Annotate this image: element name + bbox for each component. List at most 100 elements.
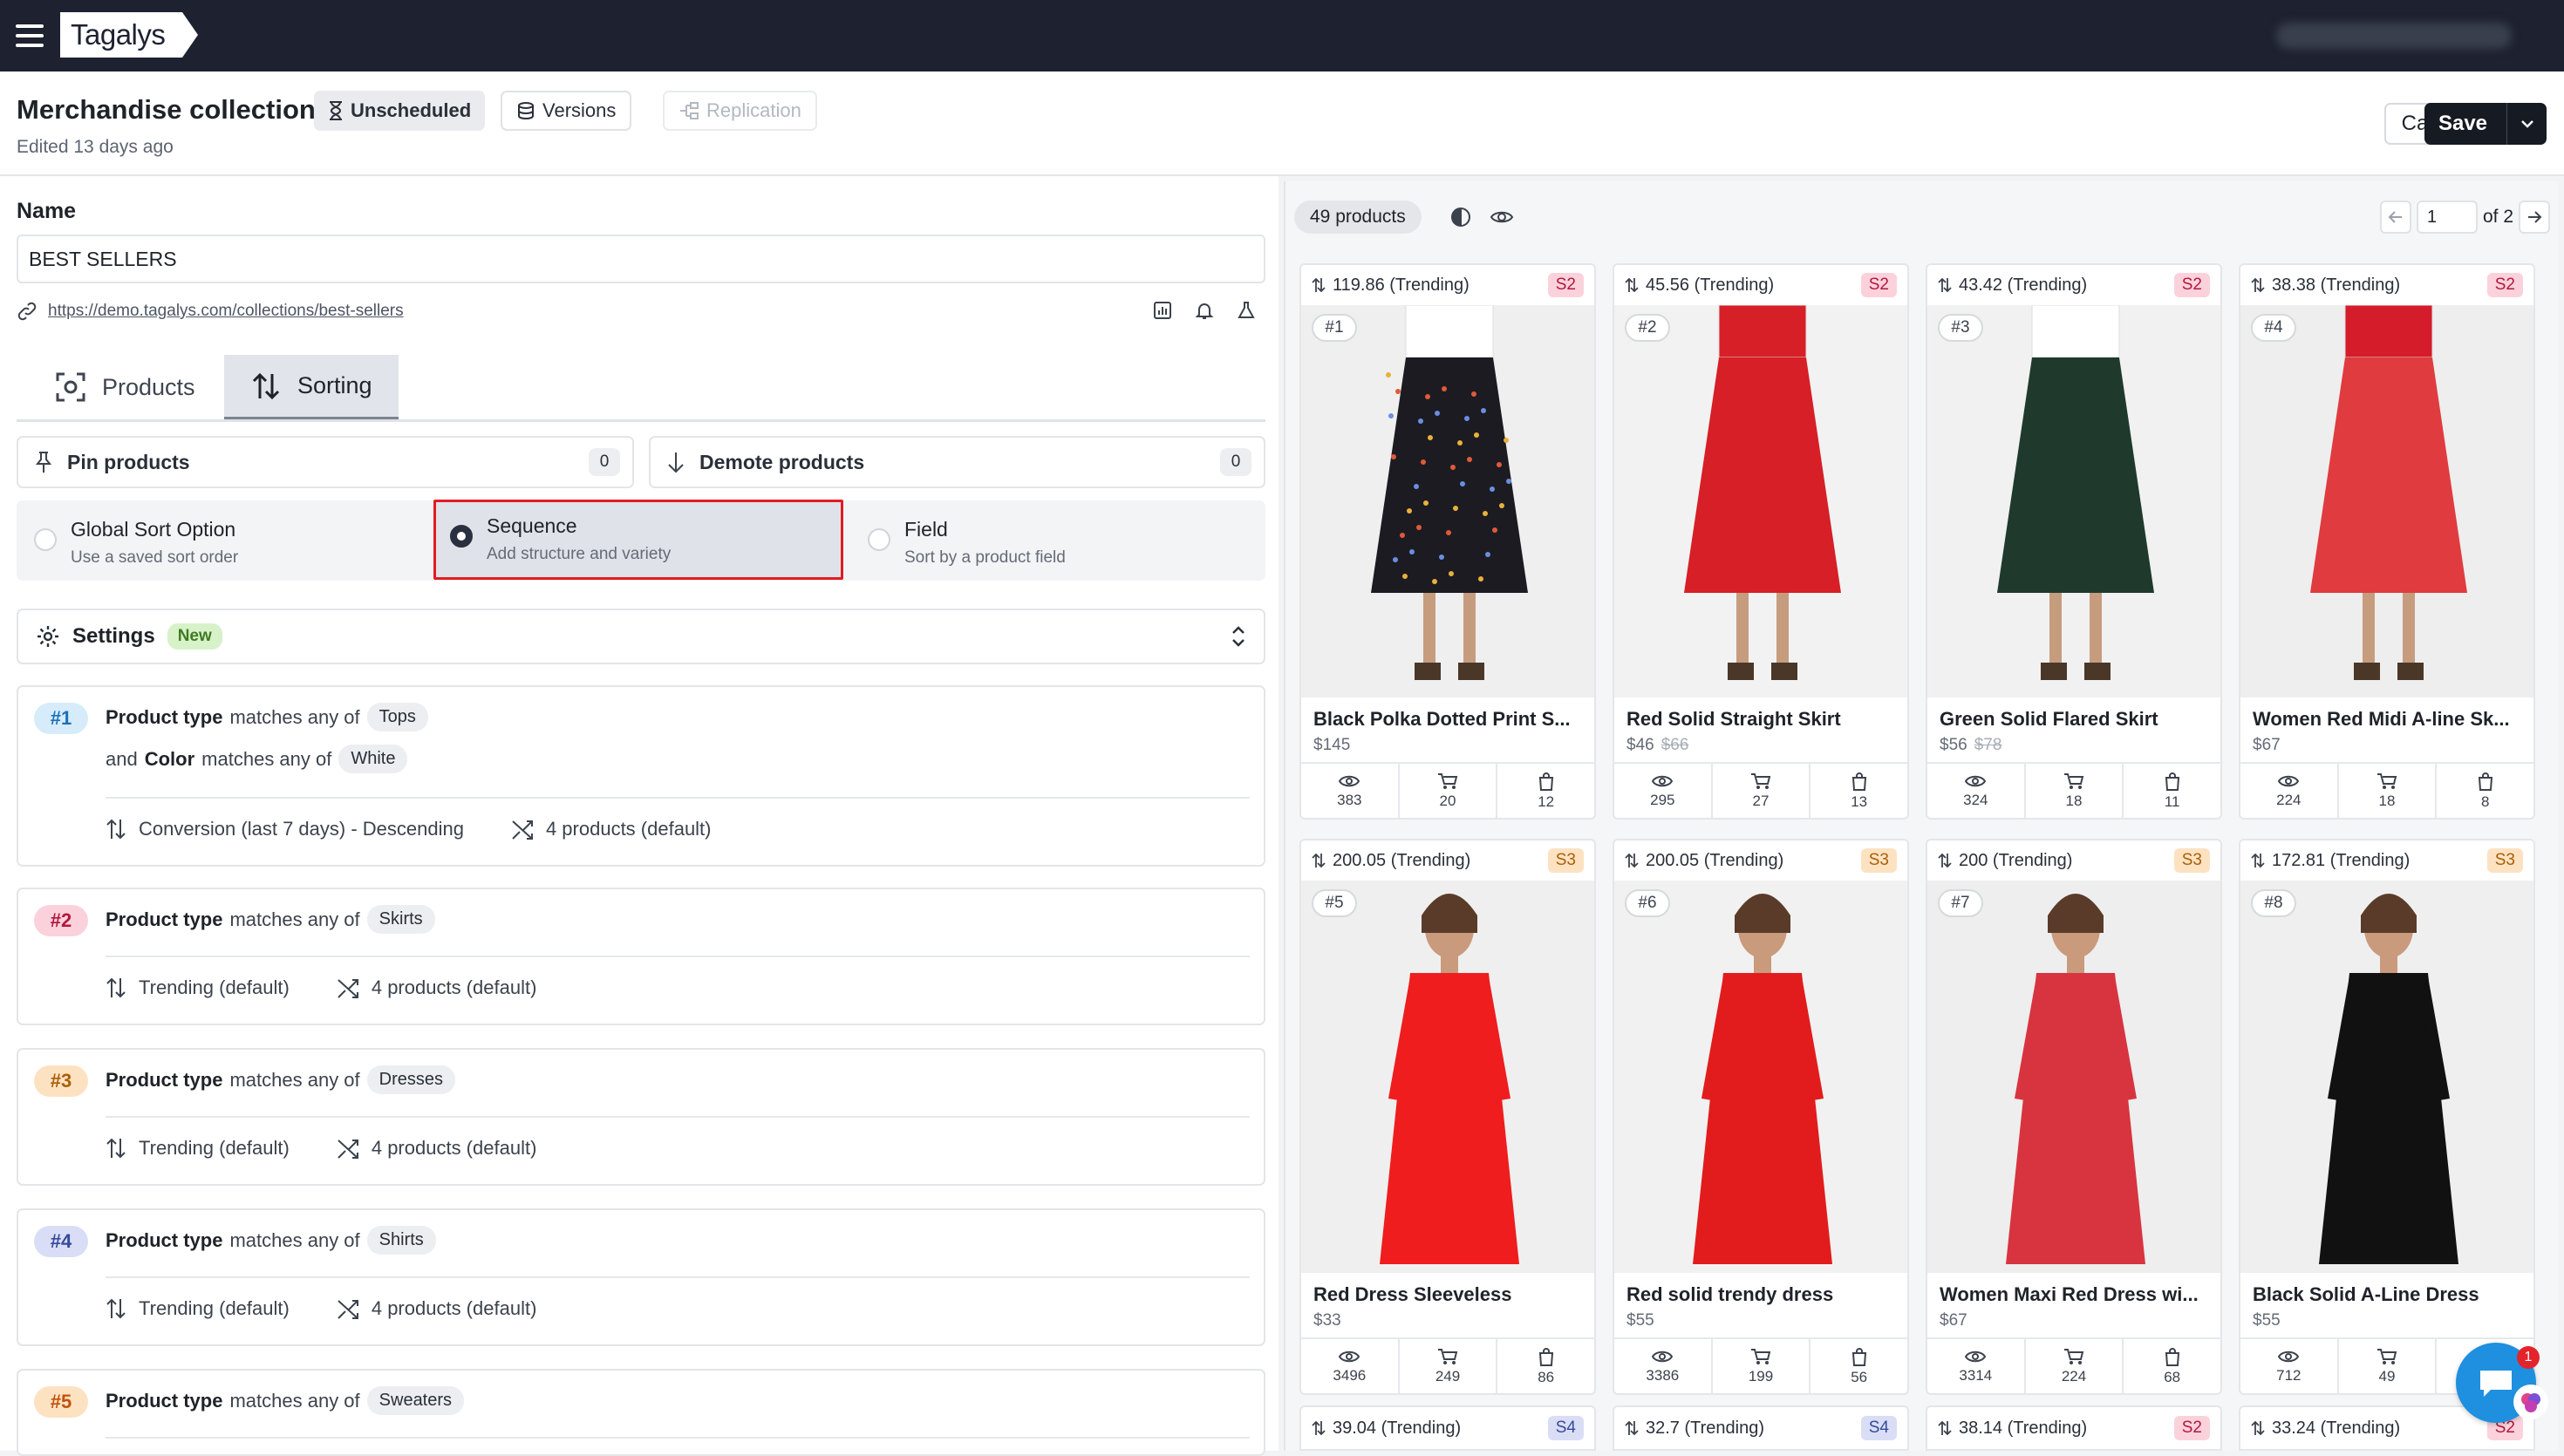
sort-arrows-icon bbox=[1625, 277, 1639, 293]
product-card-partial[interactable]: 38.14 (Trending) S2 bbox=[1926, 1405, 2222, 1451]
orders-stat: 56 bbox=[1810, 1339, 1907, 1393]
user-account-menu[interactable] bbox=[2276, 23, 2512, 49]
rule-number-badge: #2 bbox=[34, 905, 88, 936]
eye-icon[interactable] bbox=[1490, 208, 1514, 227]
sequence-rule-4[interactable]: #4 Product type matches any of Shirts Tren… bbox=[17, 1208, 1265, 1346]
tagalys-logo[interactable]: Tagalys bbox=[60, 12, 199, 58]
ai-assistant-icon[interactable] bbox=[2513, 1385, 2548, 1419]
demote-products-button[interactable]: Demote products 0 bbox=[649, 436, 1265, 488]
demote-products-count: 0 bbox=[1220, 448, 1251, 476]
replication-button[interactable]: Replication bbox=[663, 91, 817, 131]
product-card[interactable]: 200 (Trending) S3 #7 Women Maxi Red Dress w… bbox=[1926, 839, 2222, 1395]
product-image-container[interactable]: #5 bbox=[1301, 881, 1594, 1273]
collection-url-link[interactable]: https://demo.tagalys.com/collections/bes… bbox=[48, 302, 404, 321]
cart-icon bbox=[2377, 1348, 2397, 1364]
option-subtitle: Add structure and variety bbox=[487, 545, 672, 563]
product-image bbox=[1927, 881, 2220, 1273]
radio-field[interactable]: Field Sort by a product field bbox=[868, 506, 1251, 577]
radio-global-sort-option[interactable]: Global Sort Option Use a saved sort order bbox=[34, 506, 435, 577]
product-price-row: $56 $78 bbox=[1927, 731, 2220, 755]
tab-sorting[interactable]: Sorting bbox=[224, 355, 399, 419]
page-title: Merchandise collection bbox=[17, 94, 316, 125]
product-image bbox=[1614, 305, 1907, 697]
position-badge: #6 bbox=[1625, 889, 1670, 917]
orders-count: 56 bbox=[1851, 1368, 1868, 1385]
eye-icon bbox=[1965, 775, 1987, 786]
orders-count: 8 bbox=[2480, 793, 2490, 810]
condition-operator: matches any of bbox=[229, 705, 360, 728]
product-name: Black Solid A-Line Dress bbox=[2253, 1283, 2479, 1305]
product-card-partial[interactable]: 32.7 (Trending) S4 bbox=[1613, 1405, 1909, 1451]
original-price: $66 bbox=[1660, 736, 1689, 754]
prev-page-button[interactable] bbox=[2379, 201, 2411, 234]
sequence-badge: S3 bbox=[1860, 848, 1897, 873]
versions-label: Versions bbox=[542, 99, 617, 121]
product-image-container[interactable]: #2 bbox=[1614, 305, 1907, 697]
option-subtitle: Use a saved sort order bbox=[71, 548, 239, 567]
product-card-partial[interactable]: 39.04 (Trending) S4 bbox=[1299, 1405, 1596, 1451]
position-badge: #8 bbox=[2251, 889, 2296, 917]
product-card[interactable]: 43.42 (Trending) S2 #3 Green Solid Flared S… bbox=[1926, 263, 2222, 820]
settings-accordion[interactable]: Settings New bbox=[17, 609, 1265, 664]
sequence-rule-1[interactable]: #1 Product type matches any of Tops and Col… bbox=[17, 685, 1265, 867]
cart-icon bbox=[2377, 772, 2397, 789]
product-image-container[interactable]: #8 bbox=[2240, 881, 2533, 1273]
condition-value-chip: Shirts bbox=[366, 1226, 436, 1255]
schedule-status-badge[interactable]: Unscheduled bbox=[314, 91, 486, 131]
radio-dot-selected bbox=[450, 525, 473, 548]
product-image-container[interactable]: #4 bbox=[2240, 305, 2533, 697]
product-card[interactable]: 172.81 (Trending) S3 #8 Black Solid A-Line … bbox=[2239, 839, 2535, 1395]
versions-button[interactable]: Versions bbox=[501, 91, 632, 131]
page-number-input[interactable]: 1 bbox=[2416, 201, 2478, 234]
trending-score: 33.24 (Trending) bbox=[2272, 1418, 2401, 1438]
product-image bbox=[1927, 305, 2220, 697]
sequence-badge: S2 bbox=[1547, 273, 1584, 297]
hamburger-menu-icon[interactable] bbox=[16, 24, 44, 47]
save-options-dropdown[interactable] bbox=[2506, 103, 2547, 145]
cart-count: 49 bbox=[2378, 1367, 2396, 1385]
eye-icon bbox=[1339, 1351, 1360, 1362]
sequence-rule-3[interactable]: #3 Product type matches any of Dresses Tre… bbox=[17, 1048, 1265, 1186]
arrow-down-icon bbox=[668, 452, 684, 473]
product-card[interactable]: 38.38 (Trending) S2 #4 Women Red Midi A-lin… bbox=[2239, 263, 2535, 820]
shopping-bag-icon bbox=[1538, 1347, 1553, 1366]
views-stat: 3386 bbox=[1614, 1339, 1713, 1393]
sequence-badge: S4 bbox=[1547, 1416, 1584, 1440]
trending-score: 200.05 (Trending) bbox=[1646, 850, 1784, 870]
product-card[interactable]: 200.05 (Trending) S3 #6 Red solid trendy dr… bbox=[1613, 839, 1909, 1395]
shuffle-icon bbox=[338, 1140, 358, 1159]
product-price: $46 bbox=[1626, 736, 1654, 754]
sequence-badge: S4 bbox=[1860, 1416, 1897, 1440]
views-stat: 324 bbox=[1927, 764, 2026, 818]
product-card[interactable]: 200.05 (Trending) S3 #5 Red Dress Sleeveles… bbox=[1299, 839, 1596, 1395]
views-count: 295 bbox=[1650, 791, 1675, 808]
contrast-toggle-icon[interactable] bbox=[1449, 206, 1472, 228]
product-name: Women Red Midi A-line Sk... bbox=[2253, 708, 2510, 730]
radio-sequence[interactable]: Sequence Add structure and variety bbox=[433, 500, 843, 580]
rule-meta: Trending (default) 4 products (default) bbox=[106, 1137, 536, 1160]
bell-icon[interactable] bbox=[1194, 300, 1215, 321]
position-badge: #5 bbox=[1312, 889, 1357, 917]
product-image-container[interactable]: #1 bbox=[1301, 305, 1594, 697]
product-card[interactable]: 45.56 (Trending) S2 #2 Red Solid Straight S… bbox=[1613, 263, 1909, 820]
product-image-container[interactable]: #7 bbox=[1927, 881, 2220, 1273]
collection-name-input[interactable]: BEST SELLERS bbox=[17, 235, 1265, 283]
pin-products-button[interactable]: Pin products 0 bbox=[17, 436, 634, 488]
analytics-icon[interactable] bbox=[1152, 300, 1173, 321]
sort-arrows-icon bbox=[1625, 1420, 1639, 1436]
product-stats: 224 18 8 bbox=[2240, 762, 2533, 818]
tab-products[interactable]: Products bbox=[29, 355, 222, 419]
flask-icon[interactable] bbox=[1236, 300, 1257, 321]
save-button[interactable]: Save bbox=[2424, 103, 2547, 145]
logo-text: Tagalys bbox=[60, 12, 183, 58]
sort-arrows-icon bbox=[1938, 1420, 1952, 1436]
product-image-container[interactable]: #6 bbox=[1614, 881, 1907, 1273]
sort-arrows-icon bbox=[2251, 1420, 2265, 1436]
sort-arrows-icon bbox=[252, 372, 280, 399]
product-card[interactable]: 119.86 (Trending) S2 #1 Black Polka Dotted … bbox=[1299, 263, 1596, 820]
sequence-rule-2[interactable]: #2 Product type matches any of Skirts Tren… bbox=[17, 888, 1265, 1025]
product-image-container[interactable]: #3 bbox=[1927, 305, 2220, 697]
next-page-button[interactable] bbox=[2519, 201, 2550, 234]
sequence-rule-5[interactable]: #5 Product type matches any of Sweaters bbox=[17, 1369, 1265, 1456]
trending-score: 43.42 (Trending) bbox=[1959, 275, 2088, 295]
